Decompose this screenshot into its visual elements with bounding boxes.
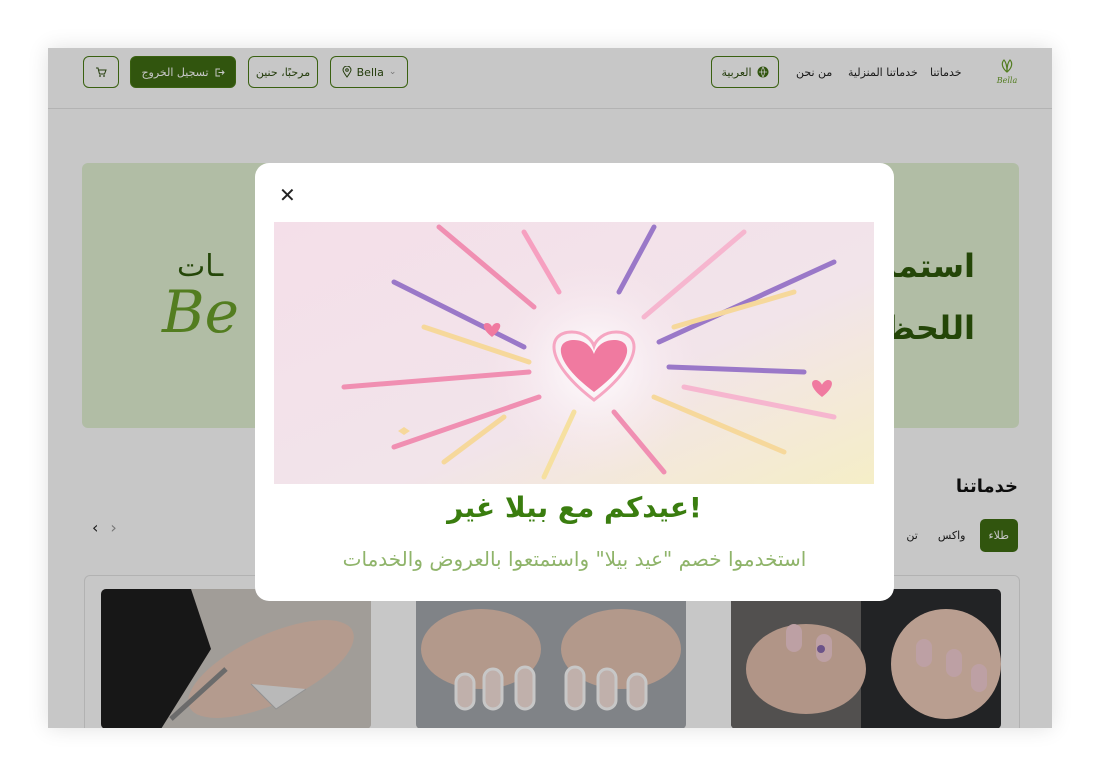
close-icon[interactable]: ✕	[279, 183, 296, 207]
modal-title: عيدكم مع بيلا غير!	[447, 491, 702, 524]
browser-window: Bella خدماتنا خدماتنا المنزلية من نحن ال…	[48, 48, 1052, 728]
modal-subtitle: استخدموا خصم "عيد بيلا" واستمتعوا بالعرو…	[342, 547, 807, 571]
promo-modal: ✕ عيدكم مع بيلا غير! استخدموا خصم "عيد ب…	[255, 163, 894, 601]
promo-banner-image	[274, 222, 874, 484]
